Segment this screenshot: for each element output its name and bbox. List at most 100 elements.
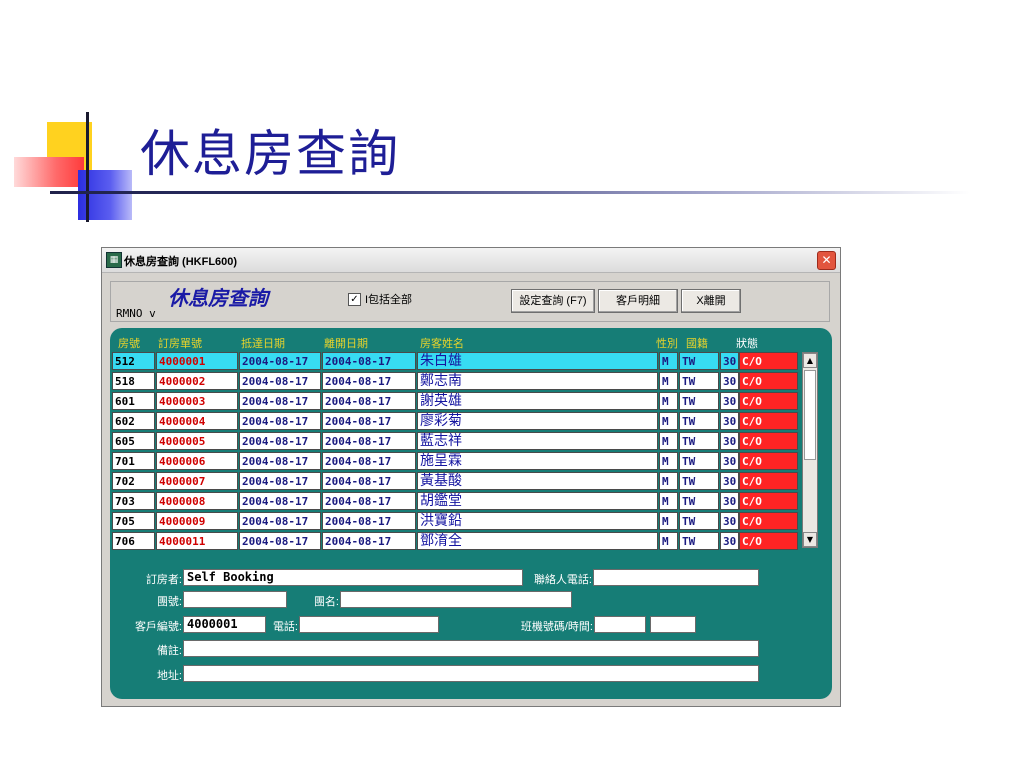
cell-sex[interactable]: M bbox=[659, 472, 678, 490]
cell-arrival[interactable]: 2004-08-17 bbox=[239, 452, 321, 470]
scroll-thumb[interactable] bbox=[804, 370, 816, 460]
cell-order[interactable]: 4000001 bbox=[156, 352, 238, 370]
phone-field[interactable] bbox=[299, 616, 439, 633]
cell-sex[interactable]: M bbox=[659, 512, 678, 530]
cell-guest[interactable]: 洪寶鉛 bbox=[417, 512, 658, 530]
address-field[interactable] bbox=[183, 665, 759, 682]
cell-arrival[interactable]: 2004-08-17 bbox=[239, 472, 321, 490]
cell-count[interactable]: 30 bbox=[720, 352, 739, 370]
cell-guest[interactable]: 謝英雄 bbox=[417, 392, 658, 410]
cell-sex[interactable]: M bbox=[659, 452, 678, 470]
cell-count[interactable]: 30 bbox=[720, 492, 739, 510]
cell-arrival[interactable]: 2004-08-17 bbox=[239, 352, 321, 370]
cell-status[interactable]: C/O bbox=[739, 452, 798, 470]
cell-room[interactable]: 512 bbox=[112, 352, 155, 370]
cell-nationality[interactable]: TW bbox=[679, 452, 719, 470]
cell-arrival[interactable]: 2004-08-17 bbox=[239, 492, 321, 510]
cell-room[interactable]: 518 bbox=[112, 372, 155, 390]
scroll-down-icon[interactable]: ▼ bbox=[803, 532, 817, 547]
cell-departure[interactable]: 2004-08-17 bbox=[322, 492, 416, 510]
cell-guest[interactable]: 廖彩菊 bbox=[417, 412, 658, 430]
cell-room[interactable]: 701 bbox=[112, 452, 155, 470]
cell-count[interactable]: 30 bbox=[720, 452, 739, 470]
cell-status[interactable]: C/O bbox=[739, 412, 798, 430]
cell-status[interactable]: C/O bbox=[739, 532, 798, 550]
cell-sex[interactable]: M bbox=[659, 532, 678, 550]
cell-arrival[interactable]: 2004-08-17 bbox=[239, 512, 321, 530]
cell-guest[interactable]: 鄧淯全 bbox=[417, 532, 658, 550]
cell-room[interactable]: 703 bbox=[112, 492, 155, 510]
cell-nationality[interactable]: TW bbox=[679, 412, 719, 430]
cell-arrival[interactable]: 2004-08-17 bbox=[239, 392, 321, 410]
include-all-option[interactable]: ✓ I包括全部 bbox=[348, 291, 412, 307]
cell-arrival[interactable]: 2004-08-17 bbox=[239, 432, 321, 450]
cell-guest[interactable]: 朱白雄 bbox=[417, 352, 658, 370]
cell-nationality[interactable]: TW bbox=[679, 432, 719, 450]
cell-status[interactable]: C/O bbox=[739, 372, 798, 390]
cell-sex[interactable]: M bbox=[659, 492, 678, 510]
cell-arrival[interactable]: 2004-08-17 bbox=[239, 532, 321, 550]
cell-status[interactable]: C/O bbox=[739, 392, 798, 410]
cell-status[interactable]: C/O bbox=[739, 492, 798, 510]
cell-order[interactable]: 4000008 bbox=[156, 492, 238, 510]
cell-order[interactable]: 4000003 bbox=[156, 392, 238, 410]
cell-guest[interactable]: 黃基酸 bbox=[417, 472, 658, 490]
cell-order[interactable]: 4000005 bbox=[156, 432, 238, 450]
cell-arrival[interactable]: 2004-08-17 bbox=[239, 412, 321, 430]
include-all-checkbox[interactable]: ✓ bbox=[348, 292, 361, 306]
cell-count[interactable]: 30 bbox=[720, 532, 739, 550]
cell-status[interactable]: C/O bbox=[739, 352, 798, 370]
group-no-field[interactable] bbox=[183, 591, 287, 608]
cell-nationality[interactable]: TW bbox=[679, 492, 719, 510]
cell-sex[interactable]: M bbox=[659, 352, 678, 370]
cell-guest[interactable]: 鄭志南 bbox=[417, 372, 658, 390]
cell-departure[interactable]: 2004-08-17 bbox=[322, 472, 416, 490]
cell-sex[interactable]: M bbox=[659, 432, 678, 450]
cell-sex[interactable]: M bbox=[659, 392, 678, 410]
cell-guest[interactable]: 藍志祥 bbox=[417, 432, 658, 450]
cell-nationality[interactable]: TW bbox=[679, 532, 719, 550]
cell-sex[interactable]: M bbox=[659, 372, 678, 390]
cell-room[interactable]: 601 bbox=[112, 392, 155, 410]
cell-count[interactable]: 30 bbox=[720, 472, 739, 490]
cell-nationality[interactable]: TW bbox=[679, 472, 719, 490]
close-button[interactable]: ✕ bbox=[817, 251, 836, 270]
customer-no-field[interactable]: 4000001 bbox=[183, 616, 266, 633]
booker-field[interactable]: Self Booking bbox=[183, 569, 523, 586]
cell-departure[interactable]: 2004-08-17 bbox=[322, 392, 416, 410]
cell-status[interactable]: C/O bbox=[739, 432, 798, 450]
cell-departure[interactable]: 2004-08-17 bbox=[322, 532, 416, 550]
flight-time-field[interactable] bbox=[650, 616, 696, 633]
cell-nationality[interactable]: TW bbox=[679, 352, 719, 370]
group-name-field[interactable] bbox=[340, 591, 572, 608]
cell-count[interactable]: 30 bbox=[720, 432, 739, 450]
cell-departure[interactable]: 2004-08-17 bbox=[322, 432, 416, 450]
cell-order[interactable]: 4000009 bbox=[156, 512, 238, 530]
cell-nationality[interactable]: TW bbox=[679, 512, 719, 530]
cell-departure[interactable]: 2004-08-17 bbox=[322, 352, 416, 370]
cell-count[interactable]: 30 bbox=[720, 412, 739, 430]
cell-sex[interactable]: M bbox=[659, 412, 678, 430]
cell-status[interactable]: C/O bbox=[739, 472, 798, 490]
cell-room[interactable]: 705 bbox=[112, 512, 155, 530]
cell-order[interactable]: 4000007 bbox=[156, 472, 238, 490]
scroll-up-icon[interactable]: ▲ bbox=[803, 353, 817, 368]
cell-status[interactable]: C/O bbox=[739, 512, 798, 530]
cell-count[interactable]: 30 bbox=[720, 512, 739, 530]
cell-departure[interactable]: 2004-08-17 bbox=[322, 372, 416, 390]
cell-room[interactable]: 706 bbox=[112, 532, 155, 550]
cell-order[interactable]: 4000002 bbox=[156, 372, 238, 390]
query-button[interactable]: 設定查詢 (F7) bbox=[511, 289, 595, 313]
cell-arrival[interactable]: 2004-08-17 bbox=[239, 372, 321, 390]
cell-nationality[interactable]: TW bbox=[679, 372, 719, 390]
cell-order[interactable]: 4000006 bbox=[156, 452, 238, 470]
cell-order[interactable]: 4000004 bbox=[156, 412, 238, 430]
cell-nationality[interactable]: TW bbox=[679, 392, 719, 410]
cell-count[interactable]: 30 bbox=[720, 392, 739, 410]
grid-scrollbar[interactable]: ▲ ▼ bbox=[802, 352, 818, 548]
flight-no-field[interactable] bbox=[594, 616, 646, 633]
cell-room[interactable]: 602 bbox=[112, 412, 155, 430]
cell-room[interactable]: 702 bbox=[112, 472, 155, 490]
contact-phone-field[interactable] bbox=[593, 569, 759, 586]
cell-guest[interactable]: 胡鑑堂 bbox=[417, 492, 658, 510]
